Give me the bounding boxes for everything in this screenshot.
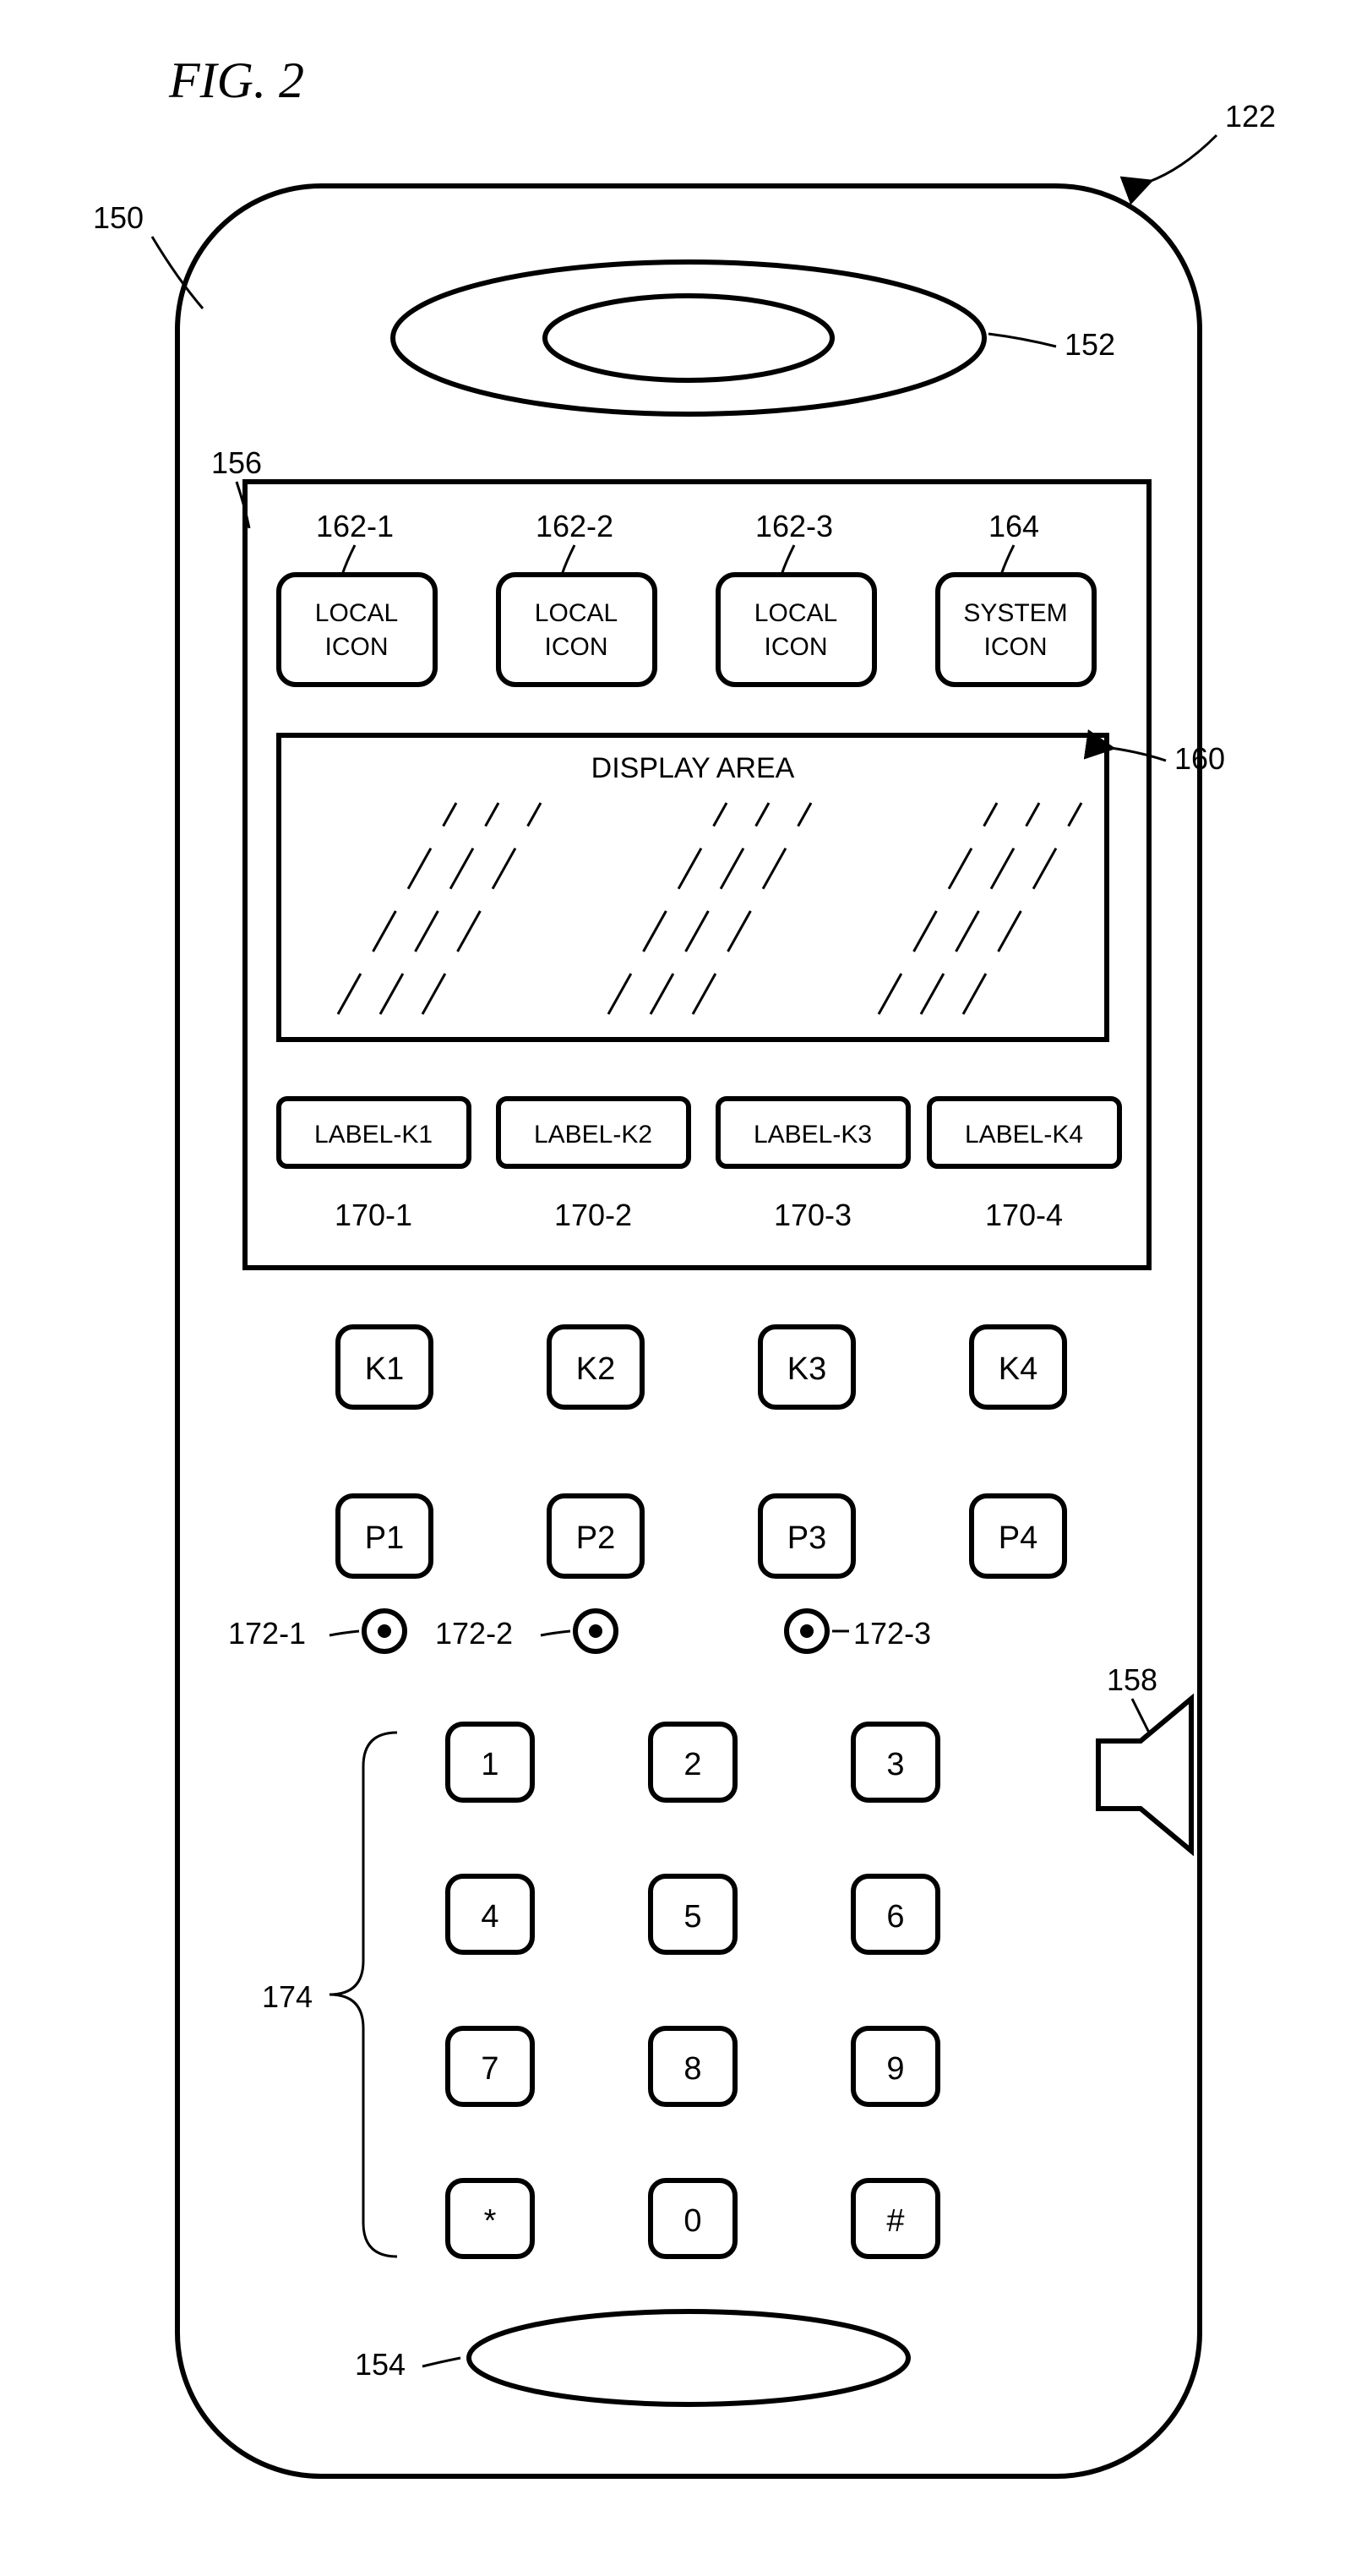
svg-text:P4: P4 [999, 1520, 1037, 1556]
softkey-k1[interactable]: K1 [338, 1327, 431, 1407]
key-2[interactable]: 2 [651, 1724, 735, 1800]
local-icon-3[interactable]: LOCAL ICON [718, 575, 874, 685]
key-4[interactable]: 4 [448, 1876, 532, 1952]
pkey-p2[interactable]: P2 [549, 1496, 642, 1576]
svg-text:LOCAL: LOCAL [535, 599, 618, 627]
svg-text:0: 0 [683, 2203, 701, 2239]
local-icon-2[interactable]: LOCAL ICON [498, 575, 655, 685]
callout-screen: 156 [211, 445, 262, 480]
svg-text:3: 3 [886, 1747, 904, 1782]
svg-text:P3: P3 [787, 1520, 826, 1556]
callout-label-k3: 170-3 [774, 1198, 852, 1232]
callout-mic: 154 [355, 2347, 406, 2382]
callout-label-k2: 170-2 [554, 1198, 632, 1232]
svg-text:LABEL-K1: LABEL-K1 [314, 1121, 433, 1149]
svg-text:6: 6 [886, 1899, 904, 1935]
callout-device: 122 [1225, 99, 1276, 134]
callout-housing: 150 [93, 200, 144, 235]
earpiece-icon [393, 262, 984, 414]
svg-text:P2: P2 [576, 1520, 615, 1556]
system-icon[interactable]: SYSTEM ICON [938, 575, 1094, 685]
softkey-k4[interactable]: K4 [972, 1327, 1065, 1407]
key-hash[interactable]: # [853, 2180, 938, 2257]
svg-text:2: 2 [683, 1747, 701, 1782]
callout-keypad: 174 [262, 1979, 313, 2014]
svg-text:9: 9 [886, 2051, 904, 2087]
svg-text:ICON: ICON [984, 633, 1048, 661]
pkey-p3[interactable]: P3 [760, 1496, 853, 1576]
key-3[interactable]: 3 [853, 1724, 938, 1800]
local-icon-1[interactable]: LOCAL ICON [279, 575, 435, 685]
led-1-icon [364, 1611, 405, 1651]
svg-text:*: * [484, 2203, 497, 2239]
svg-text:ICON: ICON [325, 633, 389, 661]
svg-text:1: 1 [481, 1747, 498, 1782]
pkey-p1[interactable]: P1 [338, 1496, 431, 1576]
svg-text:SYSTEM: SYSTEM [963, 599, 1067, 627]
key-7[interactable]: 7 [448, 2028, 532, 2104]
softkey-k3[interactable]: K3 [760, 1327, 853, 1407]
callout-icon1: 162-1 [316, 509, 394, 543]
key-1[interactable]: 1 [448, 1724, 532, 1800]
softkey-label-k2: LABEL-K2 [498, 1099, 689, 1166]
svg-text:K1: K1 [365, 1351, 404, 1387]
svg-text:ICON: ICON [545, 633, 608, 661]
led-2-icon [575, 1611, 616, 1651]
callout-icon4: 164 [988, 509, 1039, 543]
key-8[interactable]: 8 [651, 2028, 735, 2104]
softkey-k2[interactable]: K2 [549, 1327, 642, 1407]
svg-text:K2: K2 [576, 1351, 615, 1387]
softkey-label-k4: LABEL-K4 [929, 1099, 1119, 1166]
callout-display: 160 [1174, 741, 1225, 776]
key-5[interactable]: 5 [651, 1876, 735, 1952]
callout-led2: 172-2 [435, 1616, 513, 1651]
svg-text:ICON: ICON [765, 633, 828, 661]
led-3-icon [787, 1611, 827, 1651]
display-label: DISPLAY AREA [591, 752, 795, 784]
svg-text:4: 4 [481, 1899, 498, 1935]
callout-label-k4: 170-4 [985, 1198, 1063, 1232]
key-star[interactable]: * [448, 2180, 532, 2257]
svg-text:LOCAL: LOCAL [754, 599, 837, 627]
svg-text:LABEL-K3: LABEL-K3 [754, 1121, 872, 1149]
callout-icon3: 162-3 [755, 509, 833, 543]
callout-led3: 172-3 [853, 1616, 931, 1651]
svg-text:P1: P1 [365, 1520, 404, 1556]
svg-text:LOCAL: LOCAL [315, 599, 398, 627]
key-6[interactable]: 6 [853, 1876, 938, 1952]
callout-speaker: 158 [1107, 1662, 1157, 1697]
softkey-label-k3: LABEL-K3 [718, 1099, 908, 1166]
svg-text:#: # [886, 2203, 904, 2239]
callout-label-k1: 170-1 [335, 1198, 412, 1232]
svg-text:7: 7 [481, 2051, 498, 2087]
figure-title: FIG. 2 [168, 52, 304, 108]
glare-icon [338, 803, 1081, 1014]
mic-icon [469, 2311, 908, 2404]
key-9[interactable]: 9 [853, 2028, 938, 2104]
svg-text:LABEL-K4: LABEL-K4 [965, 1121, 1083, 1149]
callout-icon2: 162-2 [536, 509, 613, 543]
svg-text:K3: K3 [787, 1351, 826, 1387]
svg-text:LABEL-K2: LABEL-K2 [534, 1121, 652, 1149]
svg-text:K4: K4 [999, 1351, 1037, 1387]
svg-text:8: 8 [683, 2051, 701, 2087]
keypad: 174 [262, 1733, 397, 2257]
callout-led1: 172-1 [228, 1616, 306, 1651]
key-0[interactable]: 0 [651, 2180, 735, 2257]
pkey-p4[interactable]: P4 [972, 1496, 1065, 1576]
callout-earpiece: 152 [1065, 327, 1115, 362]
svg-text:5: 5 [683, 1899, 701, 1935]
softkey-label-k1: LABEL-K1 [279, 1099, 469, 1166]
